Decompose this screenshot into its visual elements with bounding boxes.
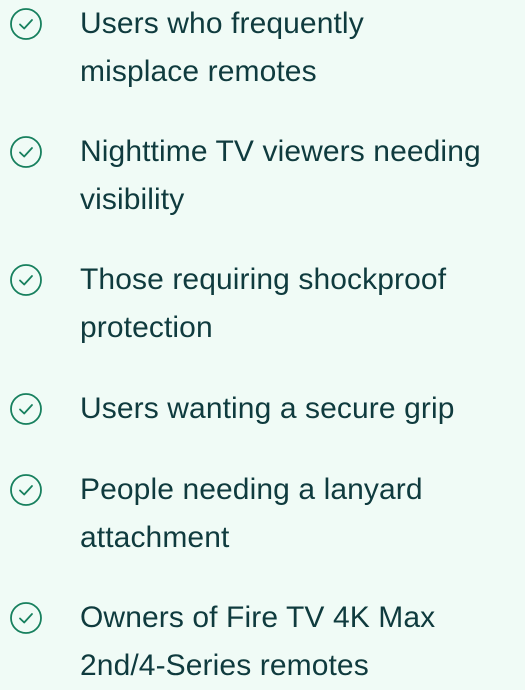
checklist-item-label: Those requiring shockproof protection — [80, 256, 525, 352]
checklist-item-lanyard-attachment: People needing a lanyard attachment — [0, 466, 525, 566]
check-circle-icon — [9, 473, 43, 507]
checklist-item-misplace-remotes: Users who frequently misplace remotes — [0, 0, 525, 100]
check-circle-icon — [9, 7, 43, 41]
check-circle-icon — [9, 601, 43, 635]
checklist-item-line-1: Users who frequently — [80, 7, 364, 40]
checklist-item-label: Owners of Fire TV 4K Max 2nd/4-Series re… — [80, 594, 525, 690]
checklist-item-fire-tv-owners: Owners of Fire TV 4K Max 2nd/4-Series re… — [0, 594, 525, 682]
checklist-item-line-1: Owners of Fire TV 4K Max — [80, 601, 436, 634]
checklist-item-label: People needing a lanyard attachment — [80, 466, 525, 562]
checklist-item-shockproof-protection: Those requiring shockproof protection — [0, 256, 525, 356]
check-circle-icon — [9, 263, 43, 297]
checklist-item-line-2: protection — [80, 311, 213, 344]
checklist-item-line-2: misplace remotes — [80, 55, 317, 88]
checklist-item-line-1: Nighttime TV viewers needing — [80, 135, 481, 168]
checklist-item-line-1: Users wanting a secure grip — [80, 392, 455, 425]
checklist-item-line-1: People needing a lanyard — [80, 473, 423, 506]
checklist-item-line-2: attachment — [80, 521, 230, 554]
check-circle-icon — [9, 392, 43, 426]
checklist-item-line-2: 2nd/4-Series remotes — [80, 649, 369, 682]
feature-checklist: Users who frequently misplace remotes Ni… — [0, 0, 525, 682]
checklist-item-label: Users who frequently misplace remotes — [80, 0, 525, 96]
checklist-item-secure-grip: Users wanting a secure grip — [0, 385, 525, 435]
checklist-item-label: Users wanting a secure grip — [80, 385, 525, 433]
checklist-item-nighttime-viewers: Nighttime TV viewers needing visibility — [0, 128, 525, 228]
check-circle-icon — [9, 135, 43, 169]
checklist-item-line-2: visibility — [80, 183, 185, 216]
checklist-item-label: Nighttime TV viewers needing visibility — [80, 128, 525, 224]
checklist-item-line-1: Those requiring shockproof — [80, 263, 447, 296]
